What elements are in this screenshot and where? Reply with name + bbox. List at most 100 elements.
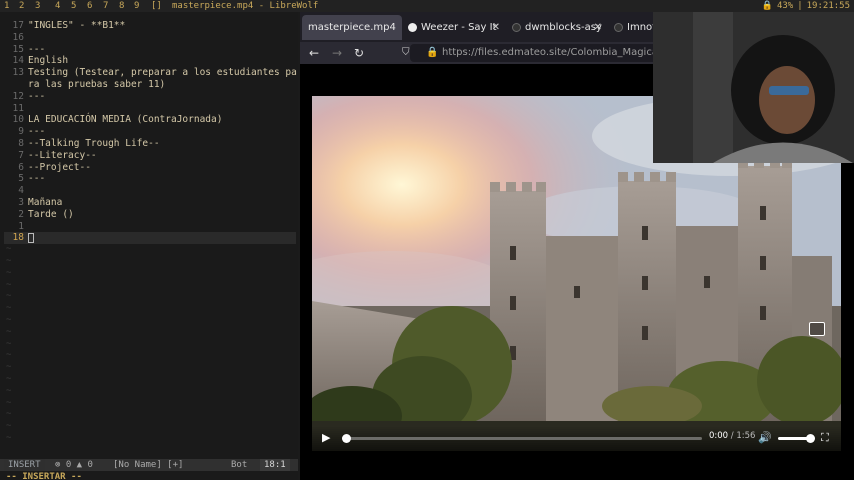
line-text: Testing (Testear, preparar a los estudia… bbox=[28, 67, 297, 79]
editor-line[interactable]: 14 English bbox=[4, 55, 296, 67]
line-number: 1 bbox=[18, 220, 24, 232]
line-text: --- bbox=[28, 126, 46, 138]
editor-line[interactable]: 2 Tarde () bbox=[4, 209, 296, 221]
workspace-tag-4[interactable]: 4 bbox=[55, 0, 60, 12]
editor-line[interactable]: 17 "INGLES" - **B1** bbox=[4, 20, 296, 32]
editor-line[interactable]: 15 --- bbox=[4, 44, 296, 56]
line-text: Mañana bbox=[28, 197, 63, 208]
tab-dwmblocks[interactable]: dwmblocks-asy ✕ bbox=[506, 15, 608, 40]
empty-line-tilde: ~ bbox=[6, 433, 12, 443]
fullscreen-button[interactable]: ⛶ bbox=[821, 430, 829, 446]
lock-icon[interactable]: 🔒 bbox=[426, 44, 438, 62]
editor-line[interactable]: 12 --- bbox=[4, 91, 296, 103]
video-controls: ▶ 0:00 / 1:56 🔊 ⛶ bbox=[312, 426, 841, 451]
tab-label: Weezer - Say It bbox=[421, 22, 497, 33]
editor-line[interactable]: 10 LA EDUCACIÓN MEDIA (ContraJornada) bbox=[4, 114, 296, 126]
empty-line-tilde: ~ bbox=[6, 350, 12, 361]
line-number: 17 bbox=[12, 20, 24, 31]
empty-line-tilde: ~ bbox=[6, 279, 12, 290]
line-number: 16 bbox=[12, 31, 24, 43]
workspace-tag-2[interactable]: 2 bbox=[19, 0, 24, 12]
line-text: --- bbox=[28, 173, 46, 185]
empty-line-tilde: ~ bbox=[6, 362, 12, 373]
tab-favicon-icon bbox=[614, 22, 623, 32]
layout-indicator[interactable]: [] bbox=[151, 0, 162, 12]
terminal-window[interactable]: 17 "INGLES" - **B1** 16 15 --- 14 English 13 Tes… bbox=[0, 12, 298, 480]
line-number: 8 bbox=[18, 138, 24, 149]
lock-icon: 🔒 bbox=[761, 1, 773, 11]
tab-imnote[interactable]: ImnotE bbox=[608, 15, 654, 40]
current-time: 0:00 bbox=[709, 431, 729, 441]
empty-line-tilde: ~ bbox=[6, 244, 12, 255]
line-text: English bbox=[28, 55, 69, 67]
editor-line[interactable]: ra las pruebas saber 11) bbox=[4, 79, 296, 91]
shield-icon[interactable]: ⛉ bbox=[402, 44, 410, 62]
picture-in-picture-button[interactable] bbox=[809, 322, 825, 336]
volume-icon[interactable]: 🔊 bbox=[758, 430, 772, 446]
editor-line[interactable]: 16 bbox=[4, 32, 296, 44]
line-text: Tarde () bbox=[28, 208, 74, 220]
line-number: 11 bbox=[12, 102, 24, 114]
empty-line-tilde: ~ bbox=[6, 338, 12, 349]
line-text: "INGLES" - **B1** bbox=[28, 20, 126, 31]
back-button[interactable]: ← bbox=[305, 44, 323, 62]
editor-line[interactable]: 8 --Talking Trough Life-- bbox=[4, 138, 296, 150]
empty-line-tilde: ~ bbox=[6, 374, 12, 384]
tab-label: dwmblocks-asy bbox=[525, 22, 602, 33]
workspace-tag-7[interactable]: 7 bbox=[103, 0, 108, 12]
seek-handle[interactable] bbox=[342, 434, 351, 443]
line-number: 2 bbox=[18, 208, 24, 220]
close-tab-icon[interactable]: ✕ bbox=[594, 15, 602, 40]
empty-line-tilde: ~ bbox=[6, 291, 12, 302]
line-text: --Literacy-- bbox=[28, 149, 97, 161]
line-text: LA EDUCACIÓN MEDIA (ContraJornada) bbox=[28, 114, 223, 126]
seek-bar[interactable] bbox=[342, 434, 702, 443]
empty-line-tilde: ~ bbox=[6, 409, 12, 420]
line-number: 15 bbox=[12, 43, 24, 55]
editor-line[interactable]: 5 --- bbox=[4, 173, 296, 185]
editor-line[interactable]: 4 bbox=[4, 185, 296, 197]
system-tray: 🔒 43% | 19:21:55 bbox=[758, 0, 850, 12]
workspace-tag-5[interactable]: 5 bbox=[71, 0, 76, 12]
workspace-tag-1[interactable]: 1 bbox=[4, 0, 9, 12]
workspace-tag-9[interactable]: 9 bbox=[134, 0, 139, 12]
line-number: 6 bbox=[18, 161, 24, 173]
empty-line-tilde: ~ bbox=[6, 256, 12, 266]
url-text[interactable]: https://files.edmateo.site/Colombia_Magi… bbox=[442, 44, 683, 62]
separator: | bbox=[797, 1, 803, 11]
editor-line[interactable]: 9 --- bbox=[4, 126, 296, 138]
workspace-tag-3[interactable]: 3 bbox=[35, 0, 40, 12]
empty-line-tilde: ~ bbox=[6, 303, 12, 314]
workspace-tag-8[interactable]: 8 bbox=[119, 0, 124, 12]
tab-label: masterpiece.mp4 bbox=[308, 22, 396, 33]
play-button[interactable]: ▶ bbox=[322, 430, 330, 446]
editor-line[interactable]: 3 Mañana bbox=[4, 197, 296, 209]
tab-masterpiece[interactable]: masterpiece.mp4 bbox=[302, 15, 402, 40]
reload-button[interactable]: ↻ bbox=[350, 44, 368, 62]
tab-label: ImnotE bbox=[627, 22, 654, 33]
current-line[interactable]: 18 bbox=[4, 232, 296, 245]
close-tab-icon[interactable]: ✕ bbox=[492, 15, 500, 40]
line-number: 10 bbox=[12, 114, 24, 126]
time-display: 0:00 / 1:56 bbox=[709, 431, 755, 441]
command-line[interactable]: -- INSERTAR -- bbox=[6, 472, 82, 480]
empty-line-tilde: ~ bbox=[6, 315, 12, 325]
editor-line[interactable]: 7 --Literacy-- bbox=[4, 150, 296, 162]
tab-weezer[interactable]: Weezer - Say It ✕ bbox=[402, 15, 506, 40]
line-text: --- bbox=[28, 90, 46, 102]
empty-line-tilde: ~ bbox=[6, 385, 12, 396]
editor-line[interactable]: 13 Testing (Testear, preparar a los estud… bbox=[4, 67, 297, 79]
cursor-line-col: 18:1 bbox=[260, 459, 290, 471]
volume-handle[interactable] bbox=[806, 434, 815, 443]
volume-slider[interactable] bbox=[778, 434, 815, 443]
workspace-tag-6[interactable]: 6 bbox=[87, 0, 92, 12]
editor-line[interactable]: 11 bbox=[4, 103, 296, 115]
line-number: 9 bbox=[18, 126, 24, 138]
editor-line[interactable]: 1 bbox=[4, 221, 296, 233]
editor-line[interactable]: 6 --Project-- bbox=[4, 162, 296, 174]
forward-button[interactable]: → bbox=[328, 44, 346, 62]
empty-line-tilde: ~ bbox=[6, 397, 12, 408]
empty-line-tilde: ~ bbox=[6, 421, 12, 432]
scroll-position: Bot bbox=[231, 460, 248, 470]
line-number: 7 bbox=[18, 149, 24, 161]
